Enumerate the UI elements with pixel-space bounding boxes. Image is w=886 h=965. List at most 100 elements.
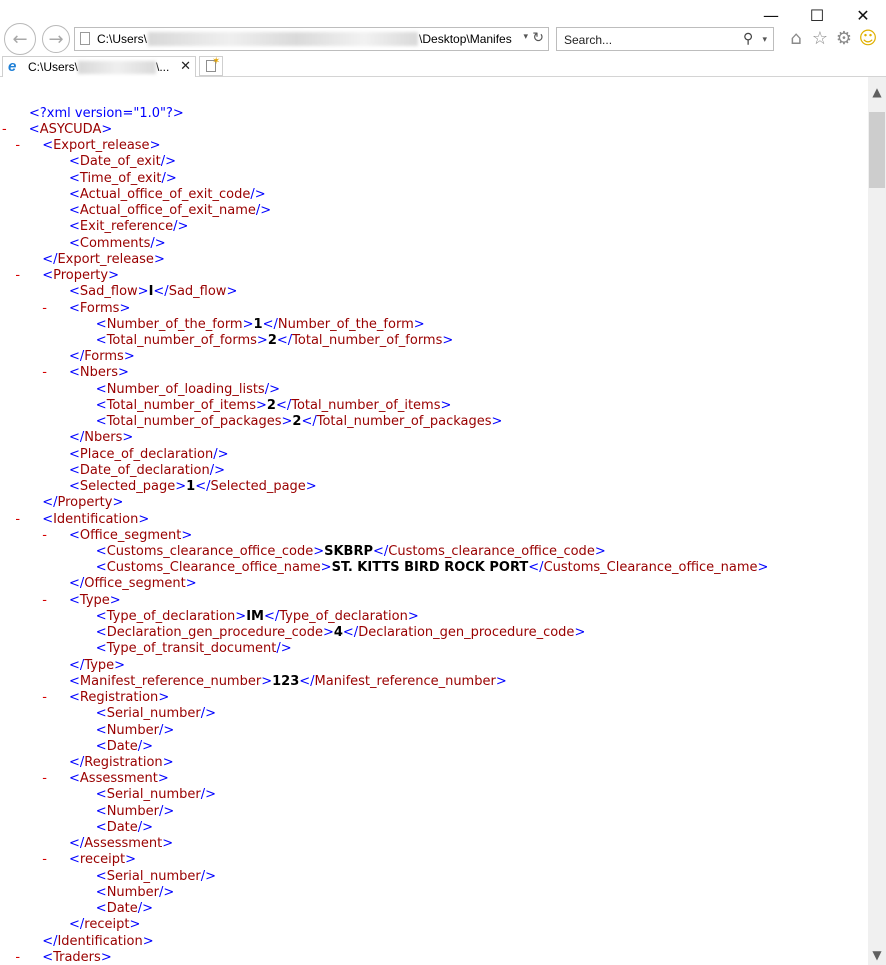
xml-line: <Customs_Clearance_office_name>ST. KITTS… [96, 560, 769, 576]
xml-line: <Time_of_exit/> [69, 171, 177, 187]
xml-tag-name: Type_of_transit_document [106, 641, 277, 657]
xml-bracket: > [574, 625, 586, 641]
address-bar[interactable]: C:\Users\ \Desktop\Manifes ▾ ↻ [74, 27, 549, 51]
xml-bracket: > [149, 138, 161, 154]
close-window-button[interactable]: ✕ [840, 3, 886, 27]
xml-bracket: </ [42, 933, 58, 949]
xml-bracket: </ [69, 836, 85, 852]
home-icon[interactable]: ⌂ [785, 27, 807, 49]
xml-bracket: > [125, 852, 136, 868]
search-dropdown-icon[interactable]: ▾ [762, 34, 767, 45]
xml-bracket: < [95, 901, 107, 917]
tab-title-suffix: \... [156, 60, 170, 74]
new-tab-button[interactable]: ✶ [199, 56, 223, 76]
xml-bracket: </ [299, 673, 315, 689]
xml-bracket: /> [213, 446, 229, 462]
xml-line: <Serial_number/> [96, 787, 216, 803]
maximize-button[interactable]: ☐ [794, 3, 840, 27]
xml-bracket: > [226, 284, 238, 300]
new-tab-sparkle-icon: ✶ [212, 56, 221, 67]
collapse-toggle[interactable]: - [42, 301, 47, 317]
xml-bracket: /> [160, 154, 176, 170]
xml-tag-name: Date_of_declaration [79, 462, 210, 478]
scrollbar-thumb[interactable] [869, 112, 885, 188]
xml-bracket: </ [42, 495, 58, 511]
collapse-toggle[interactable]: - [42, 852, 47, 868]
xml-bracket: < [95, 803, 107, 819]
xml-bracket: < [95, 787, 107, 803]
collapse-toggle[interactable]: - [42, 593, 47, 609]
vertical-scrollbar[interactable]: ▲ ▼ [868, 77, 886, 965]
collapse-toggle[interactable]: - [15, 950, 20, 965]
xml-line: <Manifest_reference_number>123</Manifest… [69, 674, 507, 690]
xml-line: <Actual_office_of_exit_code/> [69, 187, 266, 203]
xml-bracket: </ [153, 284, 169, 300]
xml-tag-name: Number_of_the_form [277, 316, 414, 332]
collapse-toggle[interactable]: - [42, 365, 47, 381]
xml-line: </Forms> [69, 349, 135, 365]
collapse-toggle[interactable]: - [15, 138, 20, 154]
scroll-down-arrow-icon[interactable]: ▼ [868, 945, 886, 965]
collapse-toggle[interactable]: - [42, 690, 47, 706]
xml-line: - <Type> [42, 593, 120, 609]
xml-value: 1 [186, 479, 196, 495]
collapse-toggle[interactable]: - [2, 122, 7, 138]
xml-bracket: > [256, 332, 268, 348]
back-button[interactable]: ← [4, 23, 36, 55]
tab-title: C:\Users\ \... [28, 60, 169, 74]
xml-tag-name: Serial_number [106, 868, 201, 884]
xml-bracket: /> [200, 787, 217, 803]
xml-tag-name: Comments [79, 235, 151, 251]
xml-tag-name: Property [57, 495, 113, 511]
minimize-button[interactable]: — [748, 3, 794, 27]
collapse-toggle[interactable]: - [42, 771, 47, 787]
xml-tag-name: Total_number_of_packages [106, 414, 282, 430]
tab-active[interactable]: e C:\Users\ \... ✕ [2, 56, 196, 77]
collapse-toggle[interactable]: - [15, 268, 20, 284]
xml-bracket: /> [158, 803, 175, 819]
scroll-up-arrow-icon[interactable]: ▲ [868, 77, 886, 107]
xml-bracket: < [69, 673, 80, 689]
xml-tag-name: Number [106, 884, 159, 900]
xml-bracket: > [181, 527, 193, 543]
favorites-star-icon[interactable]: ☆ [809, 27, 831, 49]
xml-bracket: </ [301, 414, 317, 430]
xml-tag-name: Property [53, 268, 109, 284]
settings-gear-icon[interactable]: ⚙ [833, 27, 855, 49]
xml-bracket: < [42, 268, 54, 284]
xml-tag-name: Type [84, 657, 115, 673]
xml-value: 123 [272, 673, 300, 689]
refresh-icon[interactable]: ↻ [532, 29, 544, 46]
xml-bracket: /> [200, 706, 217, 722]
xml-line: <Number/> [96, 804, 174, 820]
xml-tag-name: Type_of_declaration [106, 608, 236, 624]
xml-tag-name: Total_number_of_items [106, 397, 256, 413]
xml-bracket: > [122, 430, 134, 446]
xml-bracket: > [101, 122, 113, 137]
xml-bracket: < [28, 122, 40, 137]
xml-bracket: > [108, 268, 120, 284]
ie-logo-icon: e [8, 58, 17, 75]
xml-line: <Declaration_gen_procedure_code>4</Decla… [96, 625, 586, 641]
xml-bracket: < [69, 690, 80, 706]
xml-bracket: </ [195, 479, 211, 495]
feedback-smiley-icon[interactable]: ☺ [857, 27, 879, 49]
address-dropdown-icon[interactable]: ▾ [523, 31, 528, 42]
address-suffix: \Desktop\Manifes [419, 32, 512, 46]
xml-bracket: </ [69, 917, 85, 933]
xml-bracket: > [119, 300, 131, 316]
address-text[interactable]: C:\Users\ \Desktop\Manifes [97, 32, 512, 46]
xml-bracket: /> [173, 219, 189, 235]
search-box[interactable]: Search... ⚲ ▾ [556, 27, 774, 51]
search-icon[interactable]: ⚲ [743, 30, 753, 47]
xml-bracket: > [305, 479, 317, 495]
xml-tag-name: Number [106, 803, 159, 819]
xml-bracket: /> [137, 738, 154, 754]
xml-bracket: > [129, 917, 141, 933]
close-tab-icon[interactable]: ✕ [180, 58, 191, 74]
forward-button[interactable]: → [42, 25, 70, 53]
xml-bracket: > [491, 414, 503, 430]
xml-line: <Actual_office_of_exit_name/> [69, 203, 271, 219]
collapse-toggle[interactable]: - [42, 528, 47, 544]
collapse-toggle[interactable]: - [15, 512, 20, 528]
